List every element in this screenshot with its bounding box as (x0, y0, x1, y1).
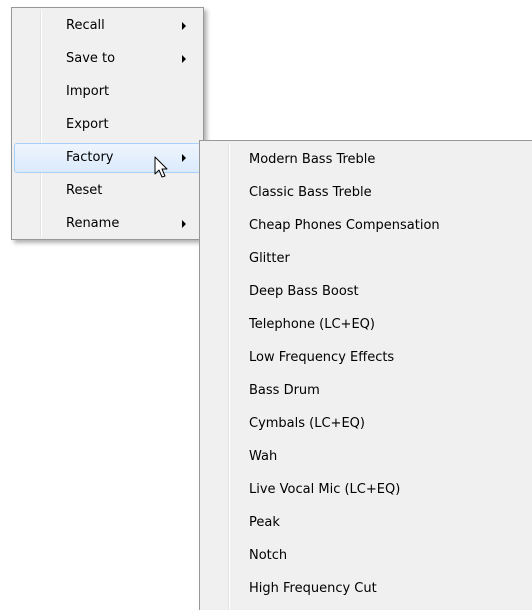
submenu-arrow-icon (182, 220, 186, 228)
submenu-item-label: High Frequency Cut (249, 581, 377, 596)
menu-item-label: Factory (66, 150, 114, 165)
submenu-item-classic-bass-treble[interactable]: Classic Bass Treble (202, 176, 532, 209)
submenu-item-label: Peak (249, 515, 280, 530)
menu-item-reset[interactable]: Reset (14, 176, 201, 206)
menu-item-label: Import (66, 84, 110, 99)
submenu-item-cheap-phones-compensation[interactable]: Cheap Phones Compensation (202, 209, 532, 242)
submenu-item-label: Glitter (249, 251, 290, 266)
submenu-item-low-frequency-effects[interactable]: Low Frequency Effects (202, 341, 532, 374)
menu-item-recall[interactable]: Recall (14, 11, 201, 41)
menu-item-import[interactable]: Import (14, 77, 201, 107)
stage: Recall Save to Import Export Factory Res… (0, 0, 532, 610)
submenu-item-glitter[interactable]: Glitter (202, 242, 532, 275)
submenu-item-label: Classic Bass Treble (249, 185, 372, 200)
menu-item-label: Rename (66, 216, 120, 231)
menu-item-rename[interactable]: Rename (14, 209, 201, 239)
menu-item-save-to[interactable]: Save to (14, 44, 201, 74)
submenu-item-deep-bass-boost[interactable]: Deep Bass Boost (202, 275, 532, 308)
submenu-item-label: Wah (249, 449, 278, 464)
submenu-arrow-icon (182, 55, 186, 63)
submenu-item-label: Notch (249, 548, 288, 563)
submenu-item-cymbals[interactable]: Cymbals (LC+EQ) (202, 407, 532, 440)
submenu-item-live-vocal-mic[interactable]: Live Vocal Mic (LC+EQ) (202, 473, 532, 506)
submenu-item-modern-bass-treble[interactable]: Modern Bass Treble (202, 143, 532, 176)
submenu-item-label: Bass Drum (249, 383, 320, 398)
submenu-item-high-frequency-cut[interactable]: High Frequency Cut (202, 572, 532, 605)
submenu-item-peak[interactable]: Peak (202, 506, 532, 539)
factory-submenu: Modern Bass Treble Classic Bass Treble C… (199, 140, 532, 610)
submenu-item-label: Cymbals (LC+EQ) (249, 416, 365, 431)
submenu-item-telephone[interactable]: Telephone (LC+EQ) (202, 308, 532, 341)
context-menu: Recall Save to Import Export Factory Res… (11, 7, 204, 240)
menu-item-factory[interactable]: Factory (14, 143, 201, 173)
submenu-item-bass-drum[interactable]: Bass Drum (202, 374, 532, 407)
submenu-item-label: Live Vocal Mic (LC+EQ) (249, 482, 401, 497)
menu-item-label: Recall (66, 18, 105, 33)
submenu-item-notch[interactable]: Notch (202, 539, 532, 572)
submenu-item-label: Modern Bass Treble (249, 152, 376, 167)
submenu-item-label: Deep Bass Boost (249, 284, 359, 299)
submenu-item-label: Telephone (LC+EQ) (249, 317, 375, 332)
menu-item-label: Export (66, 117, 109, 132)
menu-item-label: Save to (66, 51, 116, 66)
menu-item-export[interactable]: Export (14, 110, 201, 140)
menu-item-label: Reset (66, 183, 103, 198)
submenu-arrow-icon (182, 22, 186, 30)
submenu-item-label: Cheap Phones Compensation (249, 218, 440, 233)
submenu-item-wah[interactable]: Wah (202, 440, 532, 473)
mouse-pointer-icon (154, 156, 168, 178)
submenu-item-label: Low Frequency Effects (249, 350, 395, 365)
submenu-arrow-icon (182, 154, 186, 162)
